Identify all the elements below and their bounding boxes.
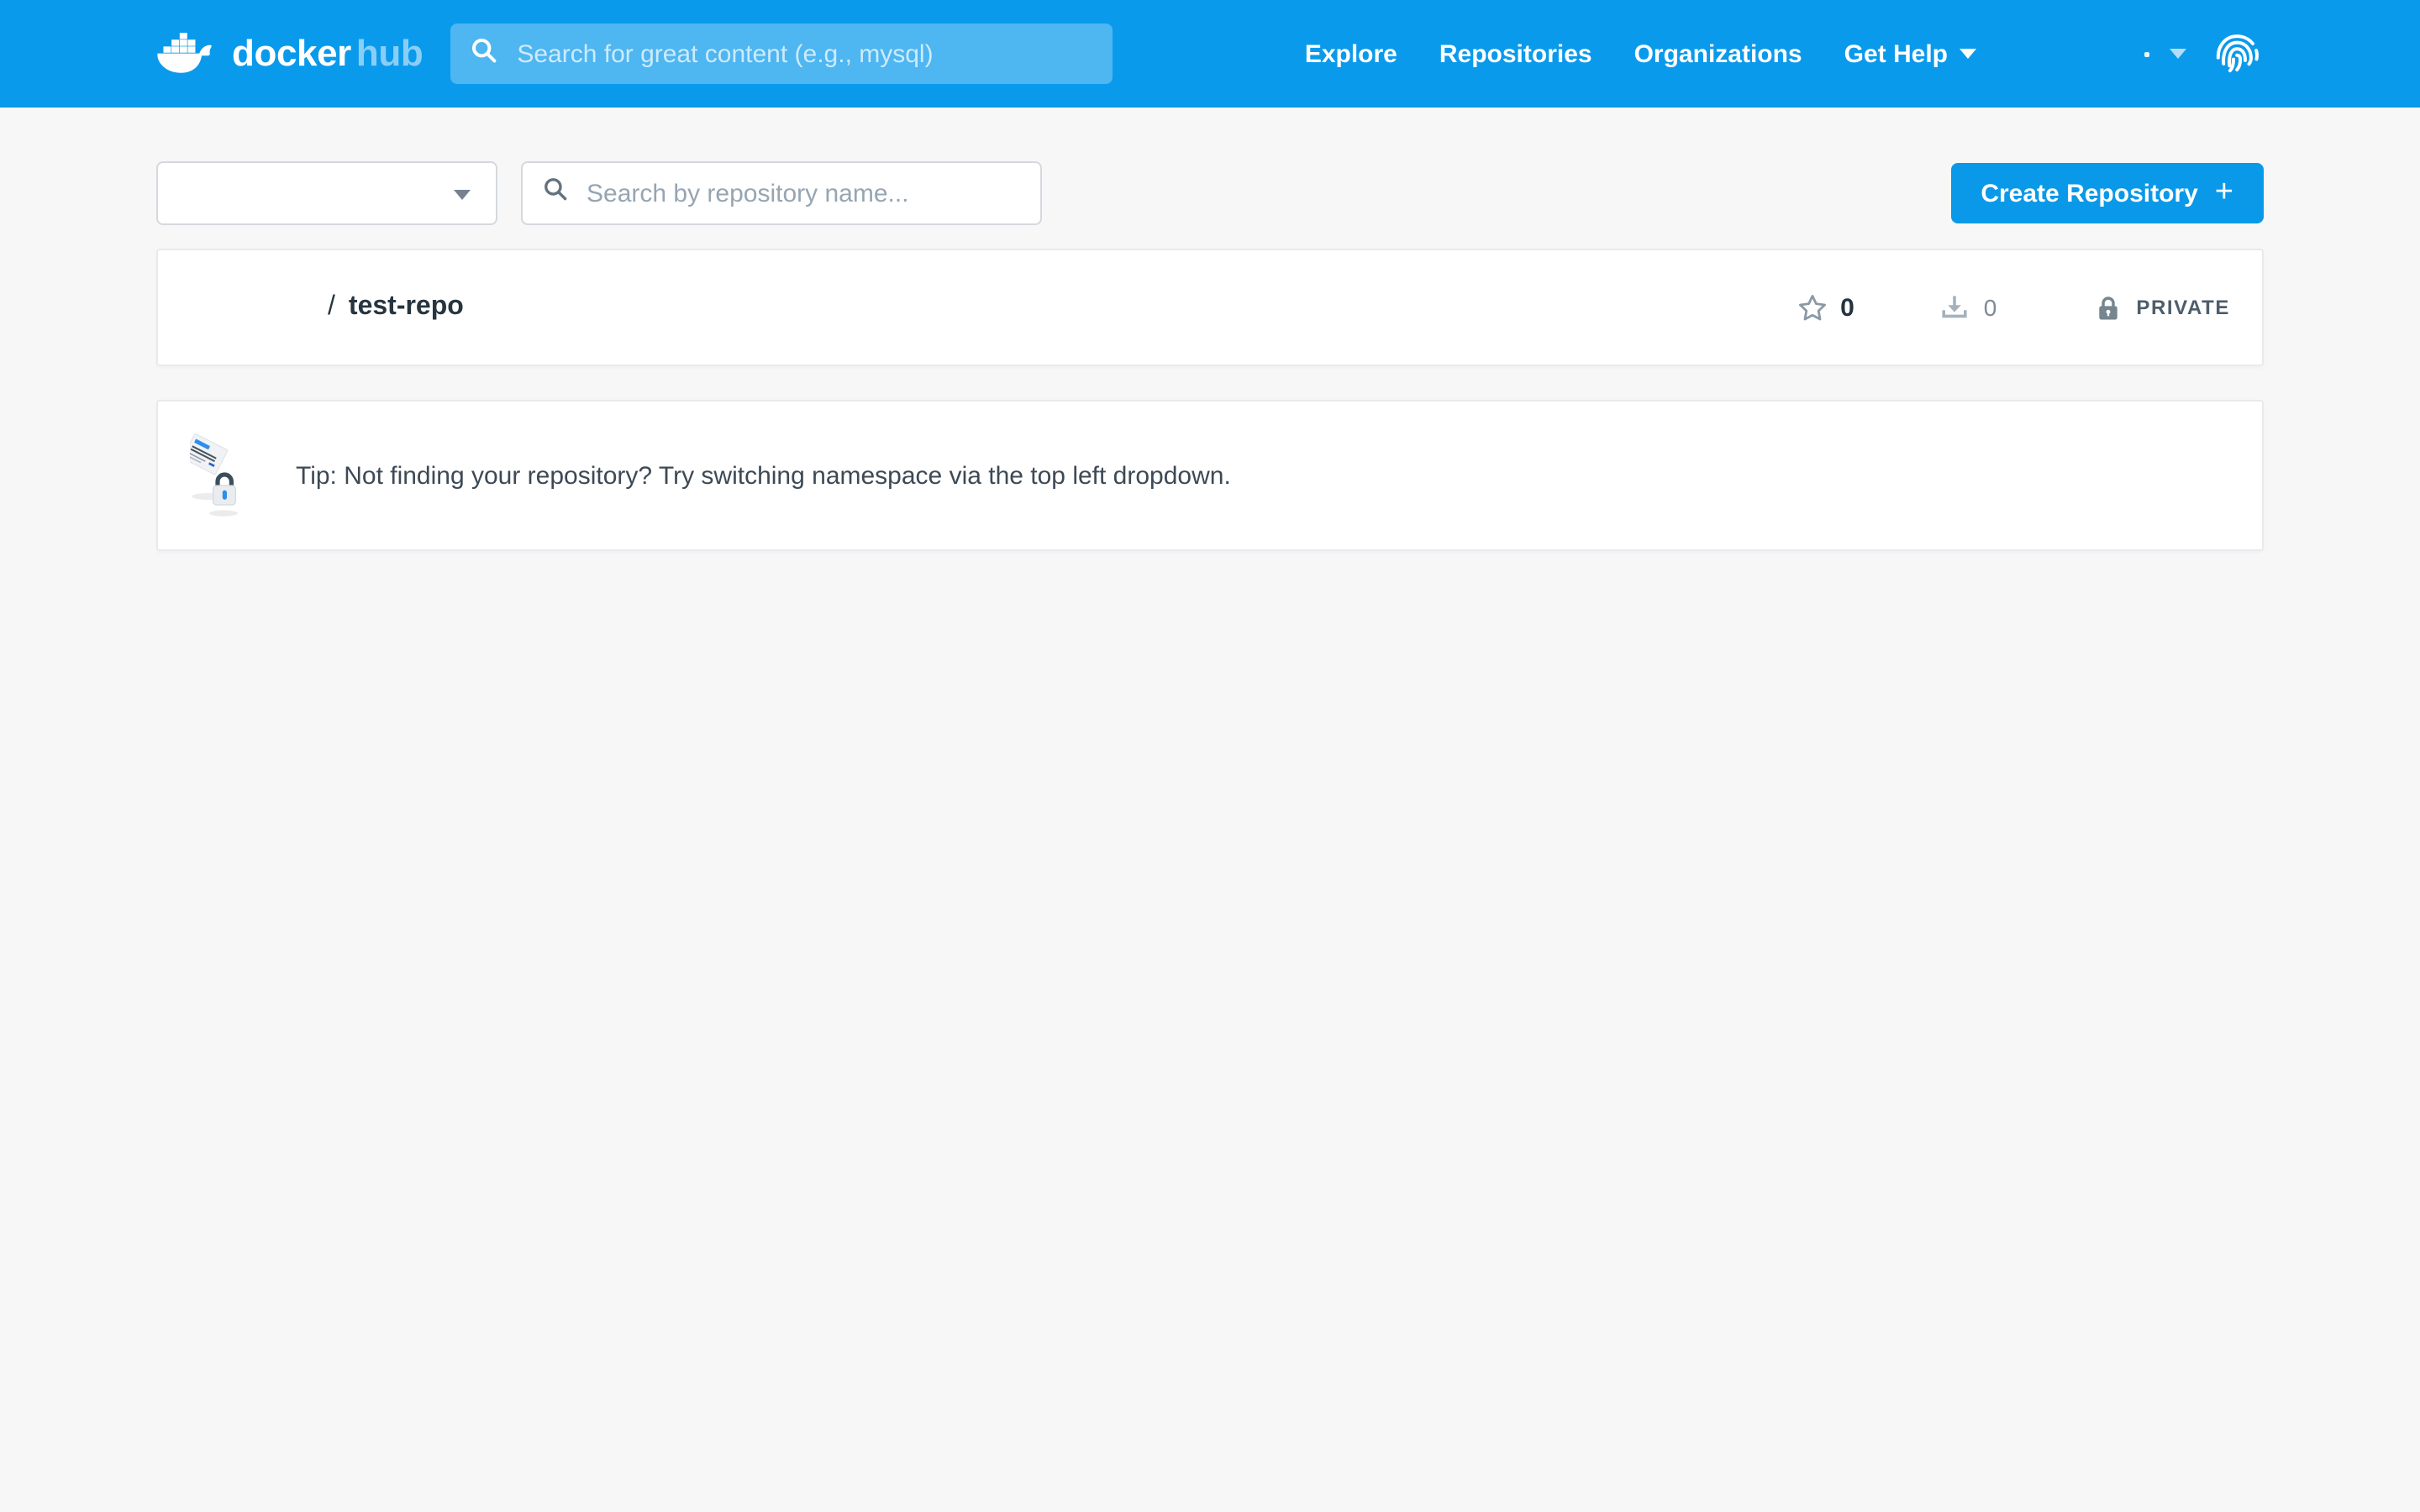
tip-text: Tip: Not finding your repository? Try sw… [296, 461, 1231, 490]
nav-repositories-label: Repositories [1439, 39, 1592, 68]
repo-toolbar: Create Repository + [156, 161, 2264, 225]
brand-docker-text: docker [232, 32, 351, 74]
repo-separator: / [328, 292, 335, 323]
repo-search-box [521, 161, 1042, 225]
repo-row[interactable]: / test-repo 0 [156, 249, 2264, 366]
lock-icon [2097, 295, 2119, 320]
nav-organizations[interactable]: Organizations [1634, 39, 1802, 68]
pulls-count: 0 [1984, 294, 1997, 321]
download-icon [1942, 294, 1969, 321]
document-lock-illustration-icon [190, 432, 242, 519]
header: dockerhub Explore Repositories [0, 0, 2420, 108]
header-inner: dockerhub Explore Repositories [156, 0, 2264, 108]
nav-organizations-label: Organizations [1634, 39, 1802, 68]
caret-down-icon [1960, 49, 1976, 59]
visibility-badge: PRIVATE [2136, 296, 2230, 319]
account-caret-down-icon[interactable] [2170, 49, 2186, 59]
star-icon [1798, 294, 1827, 321]
docker-whale-icon [156, 31, 220, 76]
nav-repositories[interactable]: Repositories [1439, 39, 1592, 68]
create-repository-button[interactable]: Create Repository + [1950, 163, 2264, 223]
brand-wordmark: dockerhub [232, 35, 423, 72]
header-search-input[interactable] [513, 38, 1092, 70]
main-content: Create Repository + / test-repo 0 [156, 161, 2264, 551]
account-menu [2144, 27, 2264, 81]
visibility-stat: PRIVATE [2097, 295, 2230, 320]
header-nav: Explore Repositories Organizations Get H… [1305, 39, 1976, 68]
brand-hub-text: hub [356, 32, 423, 74]
repo-search-input[interactable] [583, 177, 1020, 209]
tip-card: Tip: Not finding your repository? Try sw… [156, 400, 2264, 551]
fingerprint-icon [2210, 27, 2264, 81]
docker-hub-logo[interactable]: dockerhub [156, 31, 423, 76]
repo-stats: 0 0 [1798, 293, 2230, 322]
nav-explore[interactable]: Explore [1305, 39, 1397, 68]
create-repository-label: Create Repository [1981, 179, 2197, 207]
search-icon [543, 176, 568, 210]
nav-explore-label: Explore [1305, 39, 1397, 68]
docker-hub-page: dockerhub Explore Repositories [0, 0, 2420, 1512]
nav-get-help[interactable]: Get Help [1844, 39, 1976, 68]
nav-get-help-label: Get Help [1844, 39, 1948, 68]
plus-icon: + [2215, 176, 2233, 211]
repo-name: test-repo [349, 292, 464, 323]
avatar[interactable] [2210, 27, 2264, 81]
search-icon [470, 36, 497, 71]
stars-count: 0 [1840, 293, 1854, 322]
namespace-dropdown[interactable] [156, 161, 497, 225]
pulls-stat: 0 [1942, 294, 1997, 321]
account-user-dot [2144, 51, 2149, 56]
header-search-box [450, 24, 1112, 84]
stars-stat: 0 [1798, 293, 1854, 322]
caret-down-icon [454, 190, 471, 200]
repo-title: / test-repo [328, 292, 464, 323]
